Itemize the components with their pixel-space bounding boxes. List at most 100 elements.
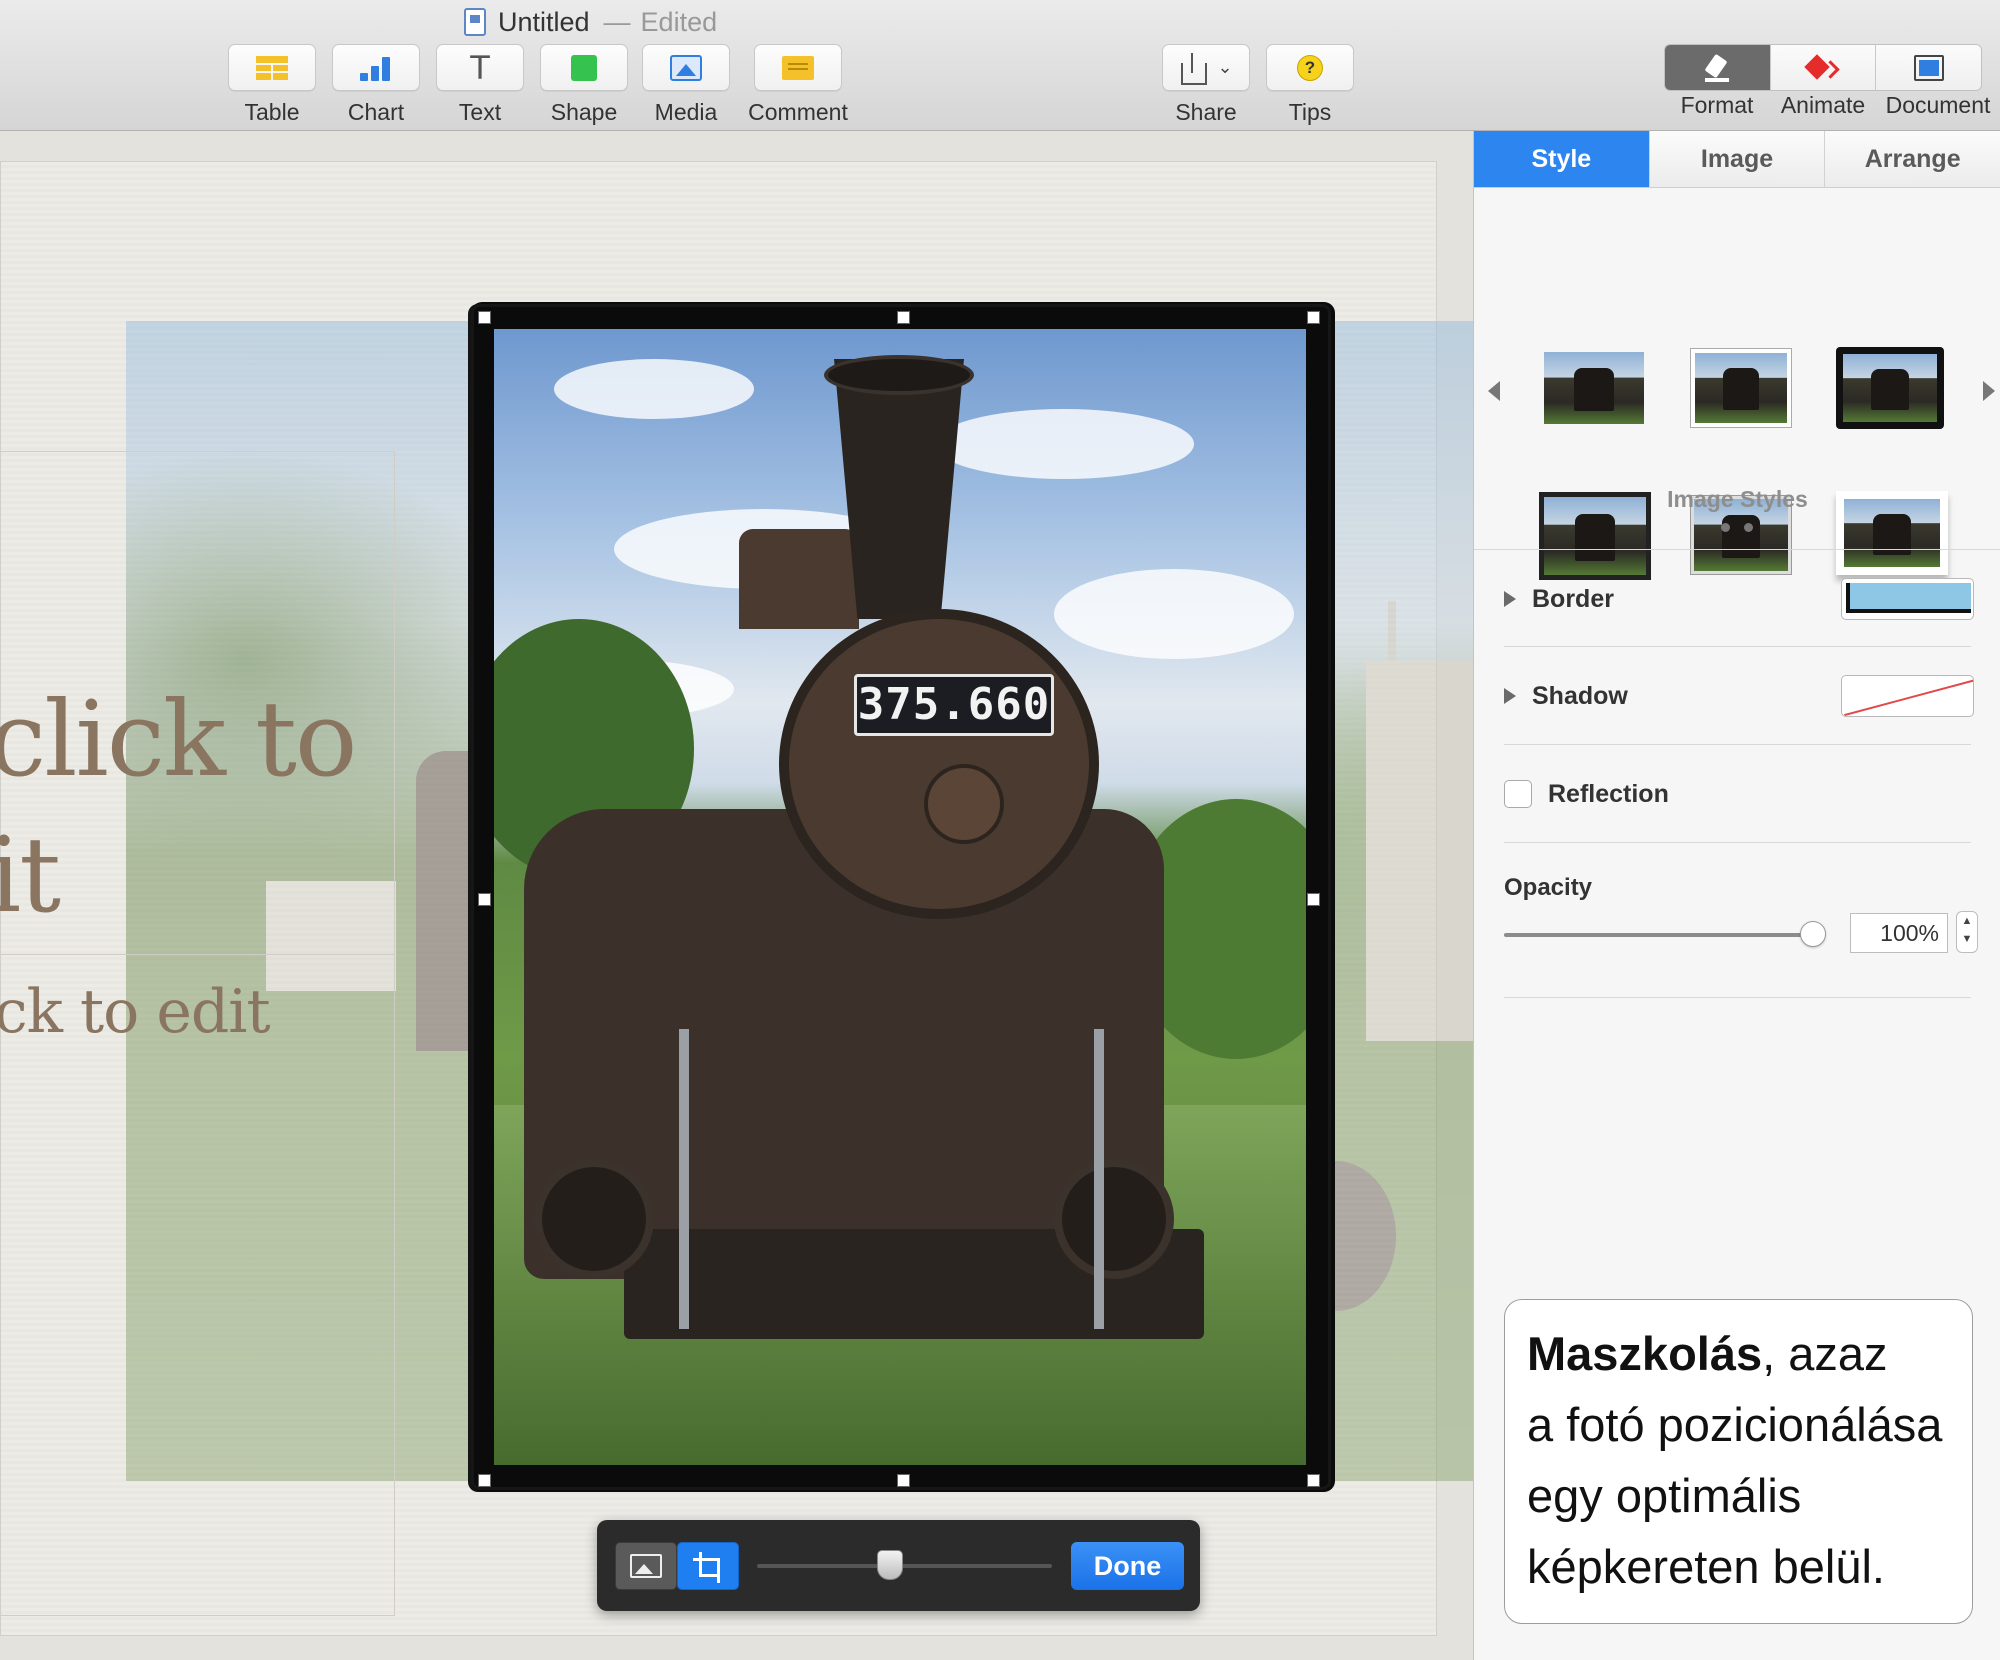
animate-icon bbox=[1806, 55, 1840, 81]
border-row[interactable]: Border bbox=[1504, 578, 1974, 620]
format-label: Format bbox=[1680, 92, 1754, 118]
table-button-label: Table bbox=[244, 99, 300, 125]
text-icon: T bbox=[470, 48, 490, 87]
ghost-building bbox=[1366, 661, 1473, 1041]
document-label: Document bbox=[1885, 92, 1991, 118]
comment-button[interactable]: Comment bbox=[748, 44, 848, 126]
border-style-well[interactable] bbox=[1841, 578, 1974, 620]
resize-handle-top-left[interactable] bbox=[478, 311, 491, 324]
opacity-label: Opacity bbox=[1504, 874, 1593, 901]
tab-arrange[interactable]: Arrange bbox=[1825, 131, 2000, 187]
callout-first-line-rest: , azaz bbox=[1762, 1327, 1888, 1380]
tab-image[interactable]: Image bbox=[1649, 131, 1826, 187]
inspector-segment-labels: Format Animate Document bbox=[1664, 92, 2000, 119]
reflection-checkbox[interactable] bbox=[1504, 780, 1532, 808]
placeholder-divider bbox=[0, 954, 395, 955]
opacity-stepper[interactable]: ▲ ▼ bbox=[1956, 911, 1978, 953]
resize-handle-bottom-right[interactable] bbox=[1307, 1474, 1320, 1487]
slide-canvas[interactable]: click to it ck to edit 375.660 bbox=[0, 131, 1473, 1660]
handrail-left bbox=[679, 1029, 689, 1329]
smokebox bbox=[779, 609, 1099, 919]
shadow-row[interactable]: Shadow bbox=[1504, 675, 1974, 717]
tips-button-label: Tips bbox=[1288, 99, 1332, 125]
locomotive-photo: 375.660 bbox=[494, 329, 1306, 1465]
media-button-label: Media bbox=[654, 99, 718, 125]
shape-icon bbox=[571, 54, 597, 81]
styles-next-arrow[interactable] bbox=[1983, 381, 1995, 401]
resize-handle-top-right[interactable] bbox=[1307, 311, 1320, 324]
resize-handle-right[interactable] bbox=[1307, 893, 1320, 906]
section-divider bbox=[1504, 997, 1971, 998]
opacity-slider-thumb[interactable] bbox=[1800, 921, 1826, 947]
shadow-label: Shadow bbox=[1532, 681, 1628, 710]
styles-prev-arrow[interactable] bbox=[1488, 381, 1500, 401]
reflection-row[interactable]: Reflection bbox=[1504, 774, 1974, 814]
image-style-3[interactable] bbox=[1836, 347, 1944, 429]
wheel-left bbox=[534, 1159, 654, 1279]
image-style-1[interactable] bbox=[1544, 352, 1644, 424]
share-button[interactable]: ⌄ Share bbox=[1162, 44, 1250, 126]
tab-style[interactable]: Style bbox=[1474, 131, 1650, 187]
document-status: Edited bbox=[640, 6, 718, 37]
edit-image-button[interactable] bbox=[615, 1542, 677, 1590]
section-divider bbox=[1504, 646, 1971, 647]
document-button[interactable] bbox=[1876, 45, 1981, 90]
media-icon bbox=[670, 54, 702, 81]
share-icon bbox=[1179, 52, 1208, 85]
title-placeholder-line-2: it bbox=[0, 814, 61, 936]
text-button[interactable]: T Text bbox=[436, 44, 524, 126]
opacity-row: Opacity bbox=[1504, 871, 1974, 905]
comment-icon bbox=[782, 55, 814, 80]
tips-button[interactable]: ? Tips bbox=[1266, 44, 1354, 126]
image-mask-frame[interactable]: 375.660 bbox=[474, 307, 1328, 1487]
disclosure-triangle-icon bbox=[1504, 688, 1516, 704]
resize-handle-left[interactable] bbox=[478, 893, 491, 906]
table-icon bbox=[256, 55, 288, 80]
format-brush-icon bbox=[1703, 54, 1731, 82]
resize-handle-bottom-left[interactable] bbox=[478, 1474, 491, 1487]
animate-button[interactable] bbox=[1770, 45, 1877, 90]
document-name[interactable]: Untitled bbox=[498, 7, 590, 38]
disclosure-triangle-icon bbox=[1504, 591, 1516, 607]
shadow-style-well[interactable] bbox=[1841, 675, 1974, 717]
body-placeholder[interactable]: ck to edit bbox=[0, 977, 271, 1047]
image-scale-slider-thumb[interactable] bbox=[876, 1550, 903, 1580]
number-plate: 375.660 bbox=[854, 674, 1054, 736]
wheel-right bbox=[1054, 1159, 1174, 1279]
image-style-2[interactable] bbox=[1691, 349, 1791, 427]
chimney-top bbox=[824, 355, 974, 395]
callout-bold-term: Maszkolás bbox=[1527, 1327, 1763, 1380]
callout-line-4: képkereten belül. bbox=[1527, 1540, 1885, 1593]
edit-mask-button[interactable] bbox=[677, 1542, 739, 1590]
text-button-label: Text bbox=[458, 99, 502, 125]
chart-icon bbox=[358, 55, 394, 81]
chart-button-label: Chart bbox=[347, 99, 405, 125]
callout-line-2: a fotó pozicionálása bbox=[1527, 1398, 1943, 1451]
chart-button[interactable]: Chart bbox=[332, 44, 420, 126]
shape-button[interactable]: Shape bbox=[540, 44, 628, 126]
keynote-document-icon bbox=[464, 8, 486, 36]
resize-handle-top[interactable] bbox=[897, 311, 910, 324]
share-button-label: Share bbox=[1175, 99, 1237, 125]
animate-label: Animate bbox=[1780, 92, 1866, 118]
format-button[interactable] bbox=[1665, 45, 1771, 90]
border-label: Border bbox=[1532, 584, 1614, 613]
done-button[interactable]: Done bbox=[1071, 1542, 1184, 1590]
table-button[interactable]: Table bbox=[228, 44, 316, 126]
title-placeholder[interactable]: click to it bbox=[0, 671, 357, 943]
title-placeholder-line-1: click to bbox=[0, 678, 357, 800]
smokebox-door-knob bbox=[924, 764, 1004, 844]
image-scale-slider[interactable] bbox=[757, 1564, 1052, 1568]
media-button[interactable]: Media bbox=[642, 44, 730, 126]
styles-page-dots[interactable] bbox=[1721, 523, 1753, 532]
mask-edit-bar: Done bbox=[597, 1520, 1200, 1611]
steam-dome bbox=[739, 529, 859, 629]
resize-handle-bottom[interactable] bbox=[897, 1474, 910, 1487]
inspector-tabs: Style Image Arrange bbox=[1474, 131, 2000, 188]
title-separator: — bbox=[603, 6, 631, 37]
opacity-slider[interactable] bbox=[1504, 933, 1816, 937]
section-divider bbox=[1474, 549, 2000, 550]
shape-button-label: Shape bbox=[550, 99, 618, 125]
opacity-field[interactable] bbox=[1850, 913, 1948, 953]
document-title: Untitled — Edited bbox=[464, 4, 717, 40]
